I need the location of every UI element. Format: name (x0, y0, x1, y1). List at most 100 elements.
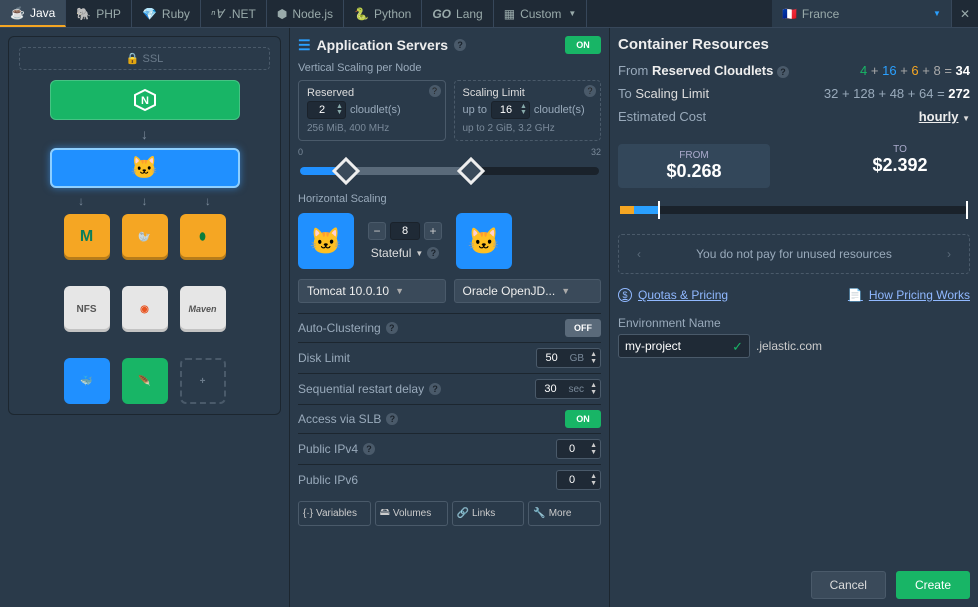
help-icon[interactable]: ? (429, 383, 441, 395)
appserver-settings-panel: ☰ Application Servers ? ON Vertical Scal… (290, 28, 610, 607)
reserved-spinner[interactable]: ▲▼ (307, 101, 346, 119)
ipv4-input[interactable]: ▲▼ (556, 439, 601, 459)
disk-value[interactable] (537, 352, 567, 364)
eq-val: 64 (919, 86, 933, 101)
volumes-button[interactable]: 🖴Volumes (375, 501, 448, 526)
btn-label: Create (915, 578, 951, 592)
variables-button[interactable]: {·}Variables (298, 501, 371, 526)
tab-java[interactable]: ☕ Java (0, 0, 66, 27)
upto-label: up to (463, 104, 487, 116)
region-label: France (802, 7, 839, 21)
close-icon: ✕ (960, 7, 970, 21)
tab-golang[interactable]: GOLang (422, 0, 493, 27)
autocluster-toggle[interactable]: OFF (565, 319, 601, 337)
spinner-arrows-icon[interactable]: ▲▼ (587, 382, 600, 396)
tab-php[interactable]: 🐘PHP (66, 0, 132, 27)
env-name-field[interactable]: ✓ (618, 334, 750, 358)
spinner-arrows-icon[interactable]: ▲▼ (587, 442, 600, 456)
ipv6-value[interactable] (557, 474, 587, 486)
reserved-handle[interactable] (332, 157, 360, 185)
node-count-spinner[interactable] (390, 222, 420, 240)
dotnet-icon: ⁿⱯ (211, 7, 224, 21)
scaling-limit-box: ? Scaling Limit up to ▲▼ cloudlet(s) up … (454, 80, 602, 141)
help-icon[interactable]: ? (584, 85, 596, 97)
howpricing-link[interactable]: 📄How Pricing Works (848, 288, 970, 302)
lock-icon: 🔒 (126, 53, 140, 65)
from-word: Reserved Cloudlets (652, 63, 773, 78)
help-icon[interactable]: ? (777, 66, 789, 78)
balancer-node[interactable]: N (50, 80, 240, 120)
disklimit-input[interactable]: GB▲▼ (536, 348, 601, 368)
storage-nfs-tile[interactable]: NFS (64, 286, 110, 332)
next-tip-button[interactable]: › (941, 247, 957, 261)
region-dropdown[interactable]: 🇫🇷 France ▼ (772, 0, 952, 27)
increment-button[interactable]: + (424, 222, 442, 240)
prev-tip-button[interactable]: ‹ (631, 247, 647, 261)
extra-tile[interactable]: 🪶 (122, 358, 168, 404)
ipv4-value[interactable] (557, 443, 587, 455)
more-button[interactable]: 🔧More (528, 501, 601, 526)
help-icon[interactable]: ? (363, 443, 375, 455)
maven-icon: Maven (188, 304, 216, 314)
scaling-mode[interactable]: Stateful (371, 246, 412, 260)
spinner-arrows-icon[interactable]: ▲▼ (520, 104, 527, 116)
appserver-node[interactable]: 🐱 (50, 148, 240, 188)
env-name-input[interactable] (625, 339, 725, 353)
limit-handle[interactable] (457, 157, 485, 185)
eq-val: 48 (890, 86, 904, 101)
db-memcached-tile[interactable]: M (64, 214, 110, 260)
maven-tile[interactable]: Maven (180, 286, 226, 332)
tab-python[interactable]: 🐍Python (344, 0, 422, 27)
ipv6-input[interactable]: ▲▼ (556, 470, 601, 490)
links-button[interactable]: 🔗Links (452, 501, 525, 526)
link-label: How Pricing Works (869, 288, 970, 302)
ssl-toggle[interactable]: 🔒 SSL (19, 47, 270, 70)
restartdelay-input[interactable]: sec▲▼ (535, 379, 602, 399)
cloudlet-slider[interactable] (300, 167, 599, 175)
topology-panel: 🔒 SSL N ↓ 🐱 ↓↓↓ M 🦭 ⬮ (0, 28, 290, 607)
env-name-label: Environment Name (618, 316, 970, 330)
help-icon[interactable]: ? (386, 322, 398, 334)
create-button[interactable]: Create (896, 571, 970, 599)
docker-tile[interactable]: 🐳 (64, 358, 110, 404)
spinner-arrows-icon[interactable]: ▲▼ (587, 473, 600, 487)
tab-label: .NET (229, 7, 256, 21)
reserved-input[interactable] (310, 104, 334, 116)
limit-input[interactable] (494, 104, 518, 116)
dollar-icon: $ (618, 288, 632, 302)
ubuntu-tile[interactable]: ◉ (122, 286, 168, 332)
language-tabs: ☕ Java 🐘PHP 💎Ruby ⁿⱯ .NET ⬢Node.js 🐍Pytho… (0, 0, 978, 28)
quotas-link[interactable]: $Quotas & Pricing (618, 288, 728, 302)
tab-nodejs[interactable]: ⬢Node.js (267, 0, 344, 27)
jdk-dropdown[interactable]: Oracle OpenJD...▼ (454, 279, 602, 303)
help-icon[interactable]: ? (429, 85, 441, 97)
tab-dotnet[interactable]: ⁿⱯ .NET (201, 0, 267, 27)
node-count-input[interactable] (393, 225, 417, 237)
spinner-arrows-icon[interactable]: ▲▼ (336, 104, 343, 116)
db-mongo-tile[interactable]: ⬮ (180, 214, 226, 260)
appserver-toggle[interactable]: ON (565, 36, 601, 54)
row-label: Sequential restart delay (298, 382, 424, 396)
chevron-down-icon[interactable]: ▼ (415, 249, 423, 258)
section-title: Application Servers (317, 37, 449, 53)
stack-version-dropdown[interactable]: Tomcat 10.0.10▼ (298, 279, 446, 303)
close-button[interactable]: ✕ (952, 0, 978, 27)
slb-toggle[interactable]: ON (565, 410, 601, 428)
restart-value[interactable] (536, 383, 566, 395)
help-icon[interactable]: ? (386, 413, 398, 425)
spinner-arrows-icon[interactable]: ▲▼ (587, 351, 600, 365)
tab-custom[interactable]: ▦Custom▼ (494, 0, 588, 27)
to-label: To (618, 86, 632, 101)
help-icon[interactable]: ? (454, 39, 466, 51)
cancel-button[interactable]: Cancel (811, 571, 886, 599)
tab-ruby[interactable]: 💎Ruby (132, 0, 201, 27)
period-dropdown[interactable]: hourly ▼ (919, 109, 970, 124)
add-tile[interactable]: + (180, 358, 226, 404)
ubuntu-icon: ◉ (140, 304, 149, 315)
unit: sec (566, 384, 588, 395)
db-postgres-tile[interactable]: 🦭 (122, 214, 168, 260)
help-icon[interactable]: ? (427, 247, 439, 259)
hamburger-icon[interactable]: ☰ (298, 37, 311, 54)
decrement-button[interactable]: − (368, 222, 386, 240)
limit-spinner[interactable]: ▲▼ (491, 101, 530, 119)
